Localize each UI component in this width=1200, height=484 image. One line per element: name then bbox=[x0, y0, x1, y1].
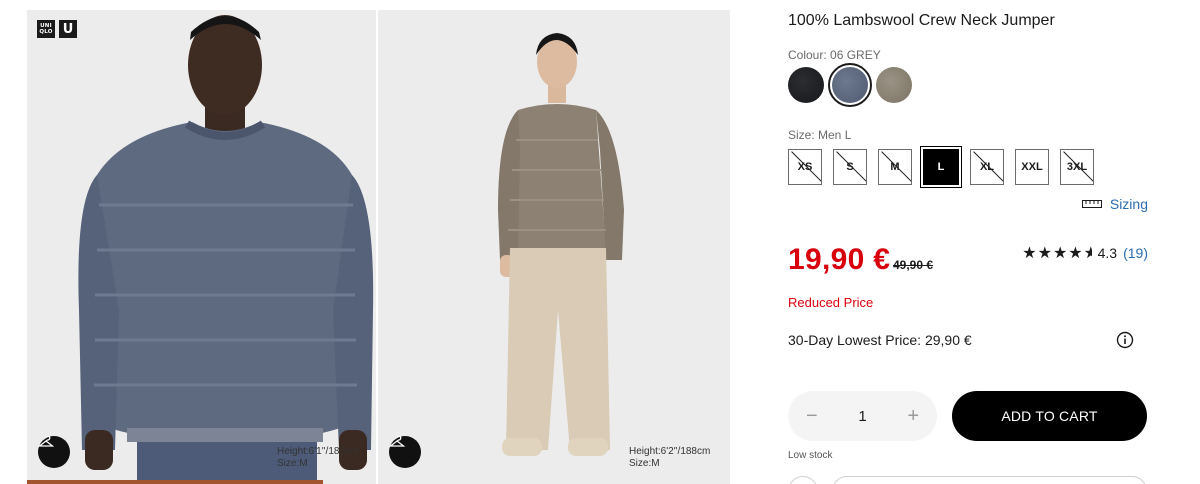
uniqlo-wordmark-icon: UNI QLO bbox=[37, 20, 55, 38]
hanger-icon bbox=[38, 436, 54, 447]
ruler-icon bbox=[1081, 200, 1102, 208]
lowest-price-label: 30-Day Lowest Price: 29,90 € bbox=[788, 332, 972, 348]
colour-swatch-beige[interactable] bbox=[876, 67, 912, 103]
product-image-gallery: UNI QLO U Height:6'1''/185cm Size:M Heig… bbox=[27, 10, 730, 484]
stock-status: Low stock bbox=[788, 450, 833, 461]
rating-stars-icon: ★★★★★ bbox=[1022, 243, 1091, 262]
model-info-2: Height:6'2''/188cm Size:M bbox=[629, 446, 710, 470]
size-option-xl[interactable]: XL bbox=[970, 149, 1004, 185]
secondary-action-button[interactable] bbox=[832, 476, 1147, 484]
colour-swatch-grey[interactable] bbox=[828, 63, 872, 107]
size-option-s[interactable]: S bbox=[833, 149, 867, 185]
model-photo-beige bbox=[378, 10, 730, 484]
original-price: 49,90 € bbox=[893, 258, 934, 272]
size-label: Size: Men L bbox=[788, 128, 852, 142]
model-size: Size:M bbox=[277, 458, 308, 469]
hanger-button[interactable] bbox=[38, 436, 70, 468]
model-height: Height:6'1''/185cm bbox=[277, 446, 359, 457]
colour-label: Colour: 06 GREY bbox=[788, 48, 881, 62]
sizing-label: Sizing bbox=[1109, 196, 1148, 212]
review-count-link[interactable]: (19) bbox=[1123, 245, 1148, 261]
colour-swatch-list bbox=[788, 63, 912, 107]
quantity-increase-button[interactable]: + bbox=[907, 405, 919, 428]
uniqlo-logo[interactable]: UNI QLO U bbox=[37, 20, 77, 38]
rating[interactable]: ★★★★★ 4.3 (19) bbox=[1022, 243, 1148, 262]
product-details-panel: 100% Lambswool Crew Neck Jumper Colour: … bbox=[788, 0, 1148, 484]
uniqlo-u-icon: U bbox=[59, 20, 77, 38]
hanger-icon bbox=[389, 436, 405, 447]
reduced-price-label: Reduced Price bbox=[788, 295, 874, 310]
quantity-value[interactable]: 1 bbox=[858, 408, 866, 425]
next-image-preview[interactable] bbox=[27, 480, 323, 484]
size-option-m[interactable]: M bbox=[878, 149, 912, 185]
wishlist-button[interactable] bbox=[788, 476, 818, 484]
product-title: 100% Lambswool Crew Neck Jumper bbox=[788, 12, 1055, 29]
rating-value: 4.3 bbox=[1097, 244, 1118, 261]
size-option-xs[interactable]: XS bbox=[788, 149, 822, 185]
colour-swatch-black[interactable] bbox=[788, 67, 824, 103]
model-height: Height:6'2''/188cm bbox=[629, 446, 711, 457]
model-size: Size:M bbox=[629, 458, 660, 469]
product-photo-front[interactable]: UNI QLO U Height:6'1''/185cm Size:M bbox=[27, 10, 376, 484]
size-selector: XS S M L XL XXL 3XL bbox=[788, 146, 1094, 188]
hanger-button-2[interactable] bbox=[389, 436, 421, 468]
size-option-xxl[interactable]: XXL bbox=[1015, 149, 1049, 185]
quantity-stepper: − 1 + bbox=[788, 391, 937, 441]
quantity-decrease-button[interactable]: − bbox=[806, 405, 818, 428]
size-option-l[interactable]: L bbox=[920, 146, 962, 188]
add-to-cart-button[interactable]: ADD TO CART bbox=[952, 391, 1147, 441]
sizing-link[interactable]: Sizing bbox=[1081, 196, 1148, 212]
product-photo-full[interactable]: Height:6'2''/188cm Size:M bbox=[378, 10, 730, 484]
info-icon[interactable] bbox=[1116, 331, 1134, 354]
current-price: 19,90 € bbox=[788, 243, 891, 276]
size-option-3xl[interactable]: 3XL bbox=[1060, 149, 1094, 185]
model-photo-grey bbox=[27, 10, 376, 484]
model-info: Height:6'1''/185cm Size:M bbox=[277, 446, 358, 470]
